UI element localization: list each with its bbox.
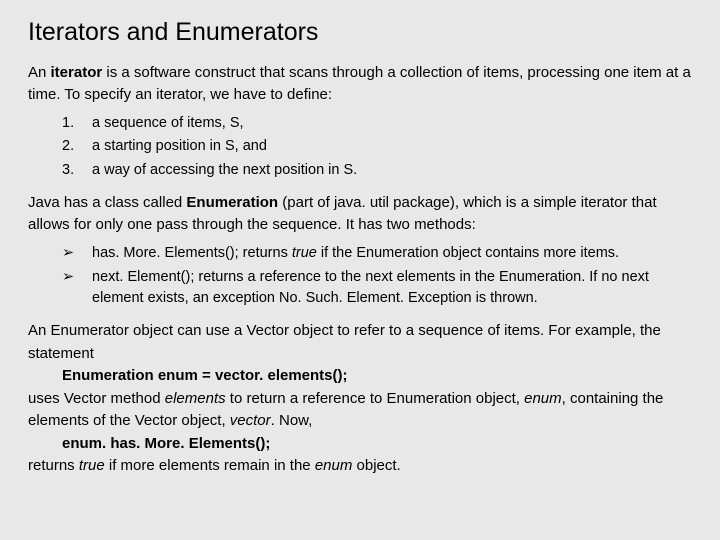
text: An	[28, 64, 51, 81]
list-text: a sequence of items, S,	[92, 113, 244, 135]
list-text: a starting position in S, and	[92, 136, 267, 158]
text: to return a reference to Enumeration obj…	[226, 390, 525, 407]
intro-paragraph: An iterator is a software construct that…	[28, 62, 698, 107]
list-text: a way of accessing the next position in …	[92, 160, 357, 182]
numbered-list: 1. a sequence of items, S, 2. a starting…	[28, 113, 698, 182]
code-line: enum. has. More. Elements();	[28, 433, 698, 456]
emphasis: true	[292, 245, 317, 261]
text: uses Vector method	[28, 390, 165, 407]
text: if the Enumeration object contains more …	[317, 245, 619, 261]
list-item: 2. a starting position in S, and	[62, 136, 698, 158]
list-number: 2.	[62, 136, 92, 158]
emphasis: enum	[524, 390, 562, 407]
text: has. More. Elements(); returns	[92, 245, 292, 261]
list-item: 3. a way of accessing the next position …	[62, 160, 698, 182]
bullet-list: ➢ has. More. Elements(); returns true if…	[28, 243, 698, 310]
slide: Iterators and Enumerators An iterator is…	[0, 0, 720, 502]
keyword-enumeration: Enumeration	[186, 194, 278, 211]
arrow-icon: ➢	[62, 267, 92, 311]
code-line: Enumeration enum = vector. elements();	[28, 365, 698, 388]
text-line: An Enumerator object can use a Vector ob…	[28, 320, 698, 365]
text: . Now,	[271, 412, 313, 429]
text: if more elements remain in the	[105, 457, 315, 474]
text: returns	[28, 457, 79, 474]
tail-paragraph: An Enumerator object can use a Vector ob…	[28, 320, 698, 478]
emphasis: true	[79, 457, 105, 474]
list-number: 3.	[62, 160, 92, 182]
java-paragraph: Java has a class called Enumeration (par…	[28, 192, 698, 237]
list-text: has. More. Elements(); returns true if t…	[92, 243, 619, 265]
emphasis: enum	[315, 457, 353, 474]
text: Java has a class called	[28, 194, 186, 211]
slide-title: Iterators and Enumerators	[28, 14, 698, 52]
keyword-iterator: iterator	[51, 64, 103, 81]
text-line: returns true if more elements remain in …	[28, 455, 698, 478]
list-item: ➢ has. More. Elements(); returns true if…	[62, 243, 698, 265]
list-item: 1. a sequence of items, S,	[62, 113, 698, 135]
list-number: 1.	[62, 113, 92, 135]
arrow-icon: ➢	[62, 243, 92, 265]
text-line: uses Vector method elements to return a …	[28, 388, 698, 433]
text: is a software construct that scans throu…	[28, 64, 691, 104]
list-item: ➢ next. Element(); returns a reference t…	[62, 267, 698, 311]
emphasis: elements	[165, 390, 226, 407]
emphasis: vector	[230, 412, 271, 429]
list-text: next. Element(); returns a reference to …	[92, 267, 698, 311]
text: object.	[352, 457, 400, 474]
